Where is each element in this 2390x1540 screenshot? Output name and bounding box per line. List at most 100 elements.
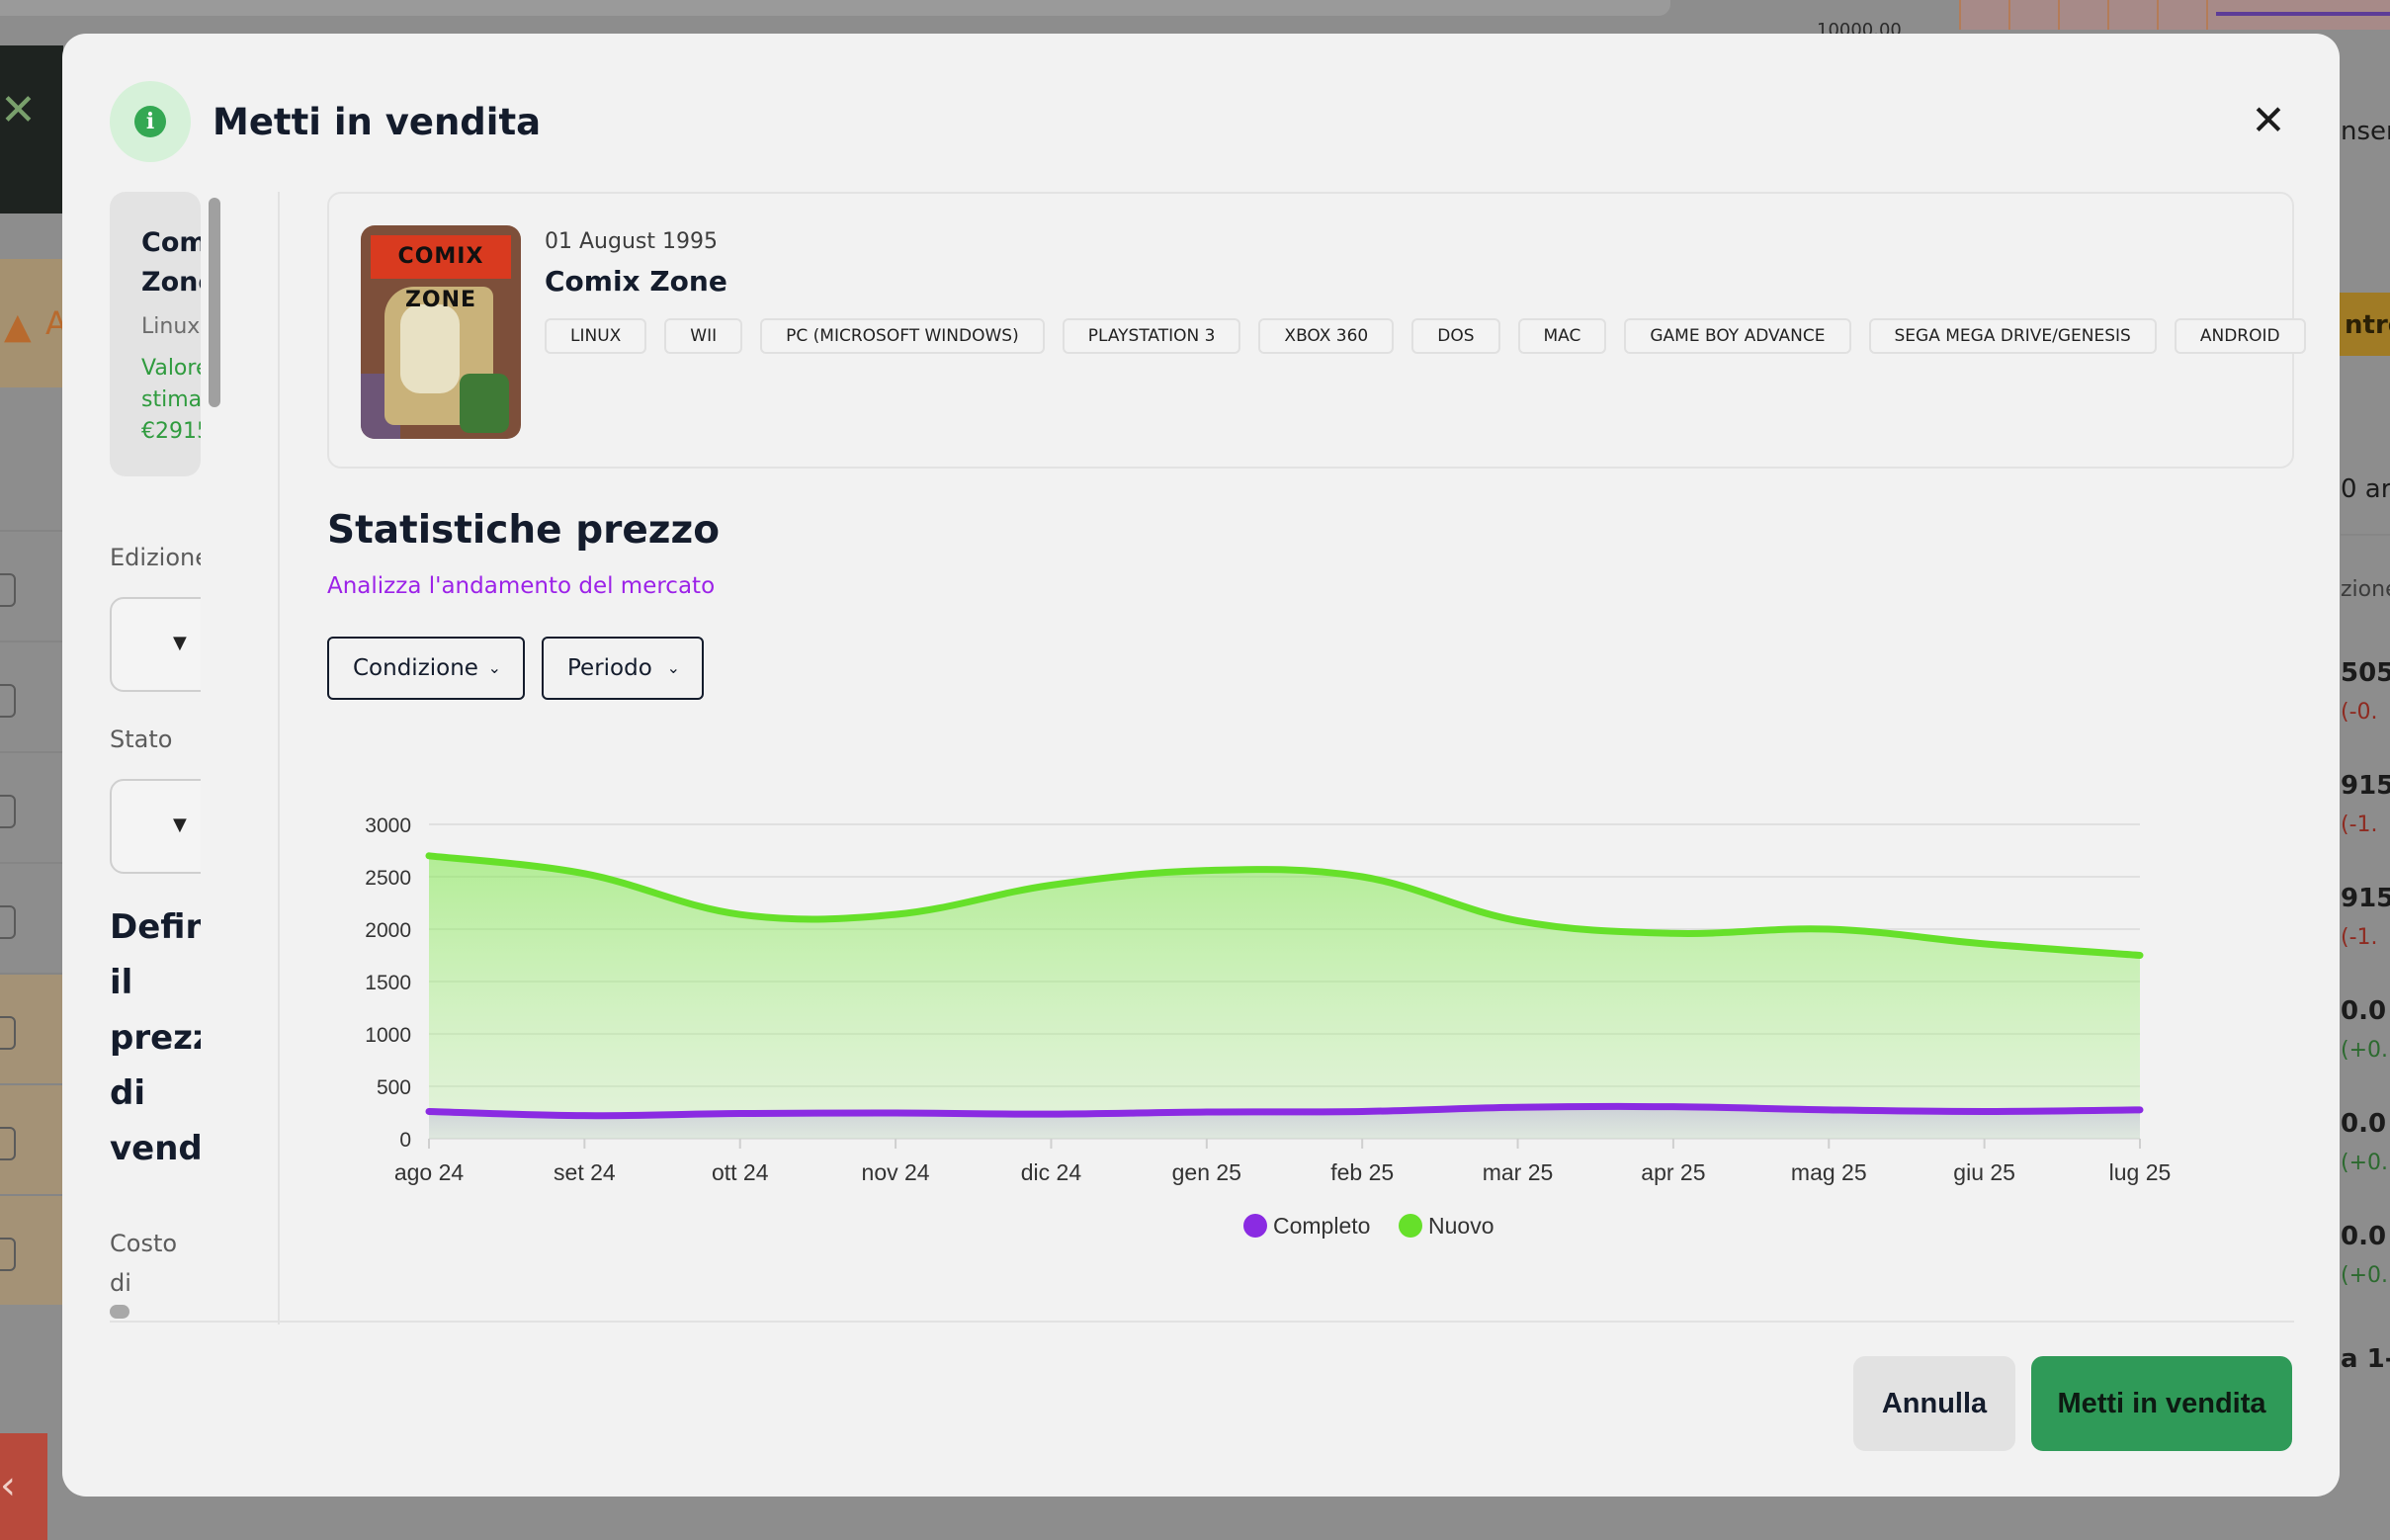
y-tick-label: 500	[377, 1076, 411, 1099]
selected-game-value: Valore stimato €2915	[141, 356, 201, 444]
selected-game-platform: Linux	[141, 314, 201, 339]
background-right-value: 0.0	[2341, 996, 2387, 1026]
background-row	[0, 862, 63, 973]
edition-label: Edizione	[110, 544, 201, 571]
x-tick-label: lug 25	[2109, 1159, 2172, 1185]
product-name: Comix Zone	[545, 265, 727, 298]
info-badge: i	[110, 81, 191, 162]
platform-tag: LINUX	[545, 318, 647, 354]
area-nuovo	[429, 855, 2140, 1139]
x-tick-label: nov 24	[862, 1159, 930, 1185]
y-tick-label: 2000	[365, 919, 411, 942]
legend-label: Completo	[1273, 1213, 1370, 1239]
state-select[interactable]: ▼	[110, 779, 201, 874]
background-row	[0, 751, 63, 862]
background-chart-fragment	[1959, 0, 2390, 30]
platform-tag: MAC	[1517, 318, 1607, 354]
platform-tag: XBOX 360	[1258, 318, 1395, 354]
background-right-change: (+0.	[2341, 1263, 2389, 1288]
sidebar-scrollbar[interactable]	[209, 198, 220, 407]
x-tick-label: dic 24	[1021, 1159, 1082, 1185]
x-tick-label: mar 25	[1483, 1159, 1554, 1185]
y-tick-label: 3000	[365, 814, 411, 837]
platform-tag: WII	[664, 318, 743, 354]
background-right-text: 0 ar	[2341, 474, 2390, 504]
period-dropdown[interactable]: Periodo ⌄	[542, 637, 704, 700]
stats-title: Statistiche prezzo	[327, 508, 720, 553]
x-tick-label: set 24	[554, 1159, 616, 1185]
price-chart: 0 500 1000 1500 2000 2500 3000 ago 24 set 24 ott …	[365, 814, 2172, 1239]
column-divider	[278, 192, 280, 1325]
platform-tag: PLAYSTATION 3	[1062, 318, 1241, 354]
platform-tag: ANDROID	[2174, 318, 2306, 354]
background-right-value: 505,	[2341, 658, 2390, 688]
y-tick-label: 1000	[365, 1024, 411, 1047]
platform-tag: DOS	[1411, 318, 1500, 354]
x-tick-label: gen 25	[1172, 1159, 1241, 1185]
y-tick-label: 2500	[365, 867, 411, 890]
background-right-change: (-1.	[2341, 813, 2378, 837]
x-tick-label: ott 24	[712, 1159, 769, 1185]
background-exit-icon: ‹	[0, 1433, 47, 1540]
footer-divider	[110, 1321, 2294, 1323]
x-tick-label: feb 25	[1330, 1159, 1394, 1185]
background-right-value: 915,	[2341, 771, 2390, 801]
y-tick-label: 1500	[365, 972, 411, 994]
background-row	[0, 973, 63, 1083]
x-tick-label: ago 24	[394, 1159, 465, 1185]
close-icon[interactable]: ✕	[2245, 97, 2292, 144]
platform-tag: GAME BOY ADVANCE	[1624, 318, 1851, 354]
sell-form-column: Comix Zone Linux Valore stimato €2915 Ed…	[110, 192, 201, 1325]
background-row	[0, 1083, 63, 1194]
cancel-button[interactable]: Annulla	[1853, 1356, 2015, 1451]
define-price-heading: Definisci il prezzo di vendita	[110, 907, 201, 1168]
selected-game-card[interactable]: Comix Zone Linux Valore stimato €2915	[110, 192, 201, 476]
platform-tag: PC (MICROSOFT WINDOWS)	[760, 318, 1045, 354]
background-right-change: (-0.	[2341, 700, 2378, 725]
x-tick-label: giu 25	[1953, 1159, 2015, 1185]
background-logo: ✕	[0, 45, 63, 214]
legend-marker-completo	[1243, 1214, 1267, 1238]
background-right-change: (+0.	[2341, 1151, 2389, 1175]
background-row	[0, 641, 63, 751]
modal-header: i Metti in vendita ✕	[110, 81, 2292, 162]
sell-modal: i Metti in vendita ✕ Comix Zone Linux Va…	[62, 34, 2340, 1497]
info-icon: i	[134, 106, 166, 137]
stats-subtitle: Analizza l'andamento del mercato	[327, 573, 716, 599]
sell-button[interactable]: Metti in vendita	[2031, 1356, 2292, 1451]
cover-logo: COMIX ZONE	[371, 235, 511, 312]
background-right-value: 0.0	[2341, 1109, 2387, 1139]
slider-handle[interactable]	[110, 1305, 129, 1319]
state-label: Stato	[110, 726, 173, 753]
background-right-change: (-1.	[2341, 925, 2378, 950]
product-card: COMIX ZONE 01 August 1995 Comix Zone LIN…	[327, 192, 2306, 469]
background-right-change: (+0.	[2341, 1038, 2389, 1063]
selected-game-name: Comix Zone	[141, 227, 201, 298]
background-right-value: 0.0	[2341, 1222, 2387, 1251]
x-tick-label: apr 25	[1641, 1159, 1705, 1185]
release-date: 01 August 1995	[545, 229, 718, 254]
background-warning-banner: ▲ A	[0, 259, 67, 387]
modal-title: Metti in vendita	[213, 101, 542, 143]
background-divider	[2341, 534, 2390, 536]
condition-dropdown[interactable]: Condizione ⌄	[327, 637, 525, 700]
background-right-text: zione	[2341, 577, 2390, 602]
platform-tag: SEGA MEGA DRIVE/GENESIS	[1868, 318, 2157, 354]
background-right-value: 915,	[2341, 884, 2390, 913]
period-dropdown-label: Periodo	[567, 655, 652, 681]
condition-dropdown-label: Condizione	[353, 655, 478, 681]
caret-down-icon: ▼	[173, 633, 187, 653]
legend-marker-nuovo	[1399, 1214, 1422, 1238]
legend-label: Nuovo	[1428, 1213, 1494, 1239]
background-amber-button: ntro	[2337, 293, 2390, 356]
background-right-text: nserit	[2341, 117, 2390, 146]
chevron-down-icon: ⌄	[666, 658, 680, 677]
caret-down-icon: ▼	[173, 814, 187, 835]
edition-select[interactable]: ▼	[110, 597, 201, 692]
y-tick-label: 0	[399, 1129, 411, 1152]
background-right-text: a 1-	[2341, 1344, 2390, 1374]
x-tick-label: mag 25	[1791, 1159, 1867, 1185]
platform-tags: LINUX WII PC (MICROSOFT WINDOWS) PLAYSTA…	[545, 318, 2306, 354]
background-row	[0, 530, 63, 641]
game-cover-image: COMIX ZONE	[361, 225, 521, 439]
